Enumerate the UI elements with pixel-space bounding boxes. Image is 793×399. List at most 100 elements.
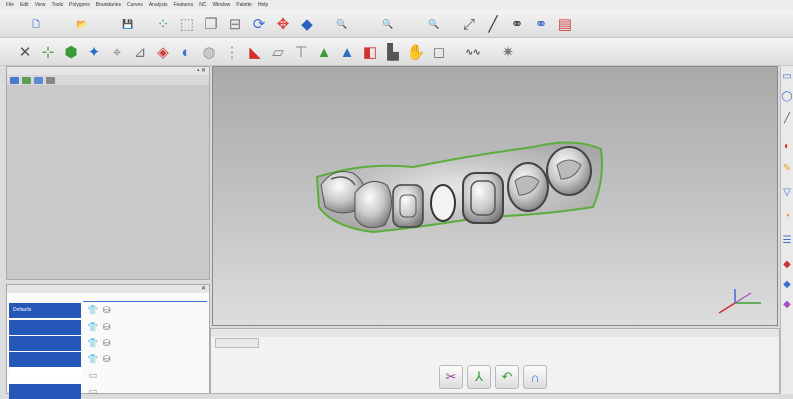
binocular-alt-icon[interactable]: ⚭: [530, 13, 552, 35]
select-rect-icon[interactable]: ▭: [781, 70, 793, 84]
measure-tool-icon[interactable]: ╱: [482, 13, 504, 35]
section-icon[interactable]: ⏥: [267, 41, 289, 63]
open-file-icon[interactable]: 📂: [60, 13, 104, 35]
offset-icon[interactable]: ▙: [382, 41, 404, 63]
model-manager-panel: ▪ ✕: [6, 66, 210, 280]
menu-item-analysis[interactable]: Analysis: [149, 2, 168, 8]
select-line-icon[interactable]: ╱: [781, 112, 793, 126]
tooth-5: [462, 172, 504, 224]
color-swatch-icon[interactable]: ▭: [85, 384, 101, 398]
eraser-icon[interactable]: ◐: [781, 140, 793, 154]
boolean-icon[interactable]: ◣: [244, 41, 266, 63]
shell-icon[interactable]: ▲: [336, 41, 358, 63]
copy-model-icon[interactable]: ❐: [200, 13, 222, 35]
zoom-in-icon[interactable]: 🔍: [320, 13, 364, 35]
tooth-6: [507, 162, 549, 212]
zoom-fit-icon[interactable]: ⤢: [458, 13, 480, 35]
display-panel-close-icon[interactable]: ✕: [201, 285, 206, 292]
model-manager-buttons: [7, 75, 209, 85]
color-swatch-icon[interactable]: 👕: [85, 303, 101, 317]
point-cloud-icon[interactable]: ⁘: [152, 13, 174, 35]
shaded-model-icon[interactable]: ◆: [296, 13, 318, 35]
scissors-button[interactable]: ✂: [439, 365, 463, 389]
display-panel: ✕ Defaults 👕 ⛁ 👕 ⛁ 👕 ⛁ 👕 ⛁ ▭ ▭: [6, 284, 210, 399]
tooth-4: [430, 184, 456, 222]
color-swatch-icon[interactable]: ▭: [85, 368, 101, 382]
delete-icon[interactable]: ✕: [14, 41, 36, 63]
color-row[interactable]: [9, 384, 81, 399]
select-lasso-icon[interactable]: ◯: [781, 90, 793, 104]
color-pie-icon[interactable]: ◔: [781, 210, 793, 224]
mark-red-icon[interactable]: ◆: [781, 258, 793, 272]
zoom-window-icon[interactable]: 🔍: [412, 13, 456, 35]
settings-icon[interactable]: ✷: [497, 41, 519, 63]
select-points-icon[interactable]: ⊹: [37, 41, 59, 63]
save-icon[interactable]: 💾: [106, 13, 150, 35]
mesh-patch-icon[interactable]: ⬢: [60, 41, 82, 63]
layers-icon[interactable]: ☰: [781, 234, 793, 248]
model-manager-button[interactable]: [34, 76, 43, 84]
smooth-icon[interactable]: ◐: [175, 41, 197, 63]
brush-icon[interactable]: ✎: [781, 162, 793, 176]
menu-item-tools[interactable]: Tools: [51, 2, 63, 8]
mesh-color-icon[interactable]: ◈: [152, 41, 174, 63]
color-row[interactable]: [9, 368, 81, 383]
mark-blue-icon[interactable]: ◆: [781, 278, 793, 292]
menu-item-window[interactable]: Window: [212, 2, 230, 8]
split-button[interactable]: ⅄: [467, 365, 491, 389]
panel-close-icon[interactable]: ▪ ✕: [197, 67, 206, 74]
tooth-shape-icon: ⛁: [103, 305, 111, 315]
color-swatch-icon[interactable]: 👕: [85, 336, 101, 350]
mesh-edit-icon[interactable]: ⊿: [129, 41, 151, 63]
curve-tools-icon[interactable]: ∿∿: [451, 41, 495, 63]
shape-button[interactable]: ∩: [523, 365, 547, 389]
separator-icon[interactable]: ⋮: [221, 41, 243, 63]
main-toolbar: 🗋 📂 💾 ⁘ ⬚ ❐ ⊟ ⟳ ✥ ◆ 🔍 🔍 🔍 ⤢ ╱ ⚭ ⚭ ▤: [0, 10, 793, 38]
transform-icon[interactable]: ⌖: [106, 41, 128, 63]
color-row[interactable]: [9, 352, 81, 367]
binocular-icon[interactable]: ⚭: [506, 13, 528, 35]
tooth-3: [392, 184, 424, 228]
box-icon[interactable]: ◻: [428, 41, 450, 63]
dental-scan-model: [315, 141, 761, 314]
menu-item-palette[interactable]: Palette: [236, 2, 252, 8]
menu-item-view[interactable]: View: [35, 2, 46, 8]
menu-bar: File Edit View Tools Polygons Boundaries Curve…: [0, 0, 793, 10]
surface-icon[interactable]: ⊟: [224, 13, 246, 35]
model-manager-button[interactable]: [22, 76, 31, 84]
fill-holes-icon[interactable]: ▲: [313, 41, 335, 63]
tooth-2: [354, 180, 392, 229]
sculpt-icon[interactable]: ✋: [405, 41, 427, 63]
menu-item-help[interactable]: Help: [258, 2, 268, 8]
color-row[interactable]: [9, 320, 81, 335]
model-manager-button[interactable]: [46, 76, 55, 84]
color-row[interactable]: Defaults: [9, 303, 81, 318]
color-swatch-icon[interactable]: 👕: [85, 352, 101, 366]
mark-multi-icon[interactable]: ◆: [781, 298, 793, 312]
trim-icon[interactable]: ⊤: [290, 41, 312, 63]
menu-item-features[interactable]: Features: [173, 2, 193, 8]
selection-filter-icon[interactable]: ▽: [781, 186, 793, 200]
menu-item-file[interactable]: File: [6, 2, 14, 8]
menu-item-edit[interactable]: Edit: [20, 2, 29, 8]
menu-item-curves[interactable]: Curves: [127, 2, 143, 8]
cube-wire-icon[interactable]: ⬚: [176, 13, 198, 35]
3d-viewport[interactable]: [212, 66, 778, 326]
workflow-titlebar: [211, 329, 779, 337]
new-file-icon[interactable]: 🗋: [14, 13, 58, 35]
workflow-tab[interactable]: [215, 338, 259, 348]
pan-view-icon[interactable]: ✥: [272, 13, 294, 35]
menu-item-boundaries[interactable]: Boundaries: [96, 2, 121, 8]
window-layout-icon[interactable]: ▤: [554, 13, 576, 35]
rotate-view-icon[interactable]: ⟳: [248, 13, 270, 35]
zoom-out-icon[interactable]: 🔍: [366, 13, 410, 35]
menu-item-polygons[interactable]: Polygons: [69, 2, 90, 8]
menu-item-nc[interactable]: NC: [199, 2, 206, 8]
color-swatch-icon[interactable]: 👕: [85, 320, 101, 334]
thicken-icon[interactable]: ◧: [359, 41, 381, 63]
model-manager-button[interactable]: [10, 76, 19, 84]
mesh-fill-icon[interactable]: ✦: [83, 41, 105, 63]
decimate-icon[interactable]: ◍: [198, 41, 220, 63]
color-row[interactable]: [9, 336, 81, 351]
undo-button[interactable]: ↶: [495, 365, 519, 389]
